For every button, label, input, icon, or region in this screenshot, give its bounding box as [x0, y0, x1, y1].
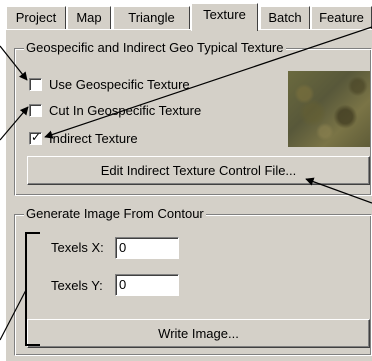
cut-in-geospecific-row[interactable]: Cut In Geospecific Texture — [29, 101, 201, 119]
indirect-texture-label: Indirect Texture — [49, 130, 138, 146]
texture-tab-panel: Project Map Triangle Texture Batch Featu… — [0, 0, 372, 361]
contour-group-title: Generate Image From Contour — [24, 206, 206, 221]
tab-triangle[interactable]: Triangle — [113, 6, 190, 29]
write-image-button[interactable]: Write Image... — [27, 319, 370, 348]
tab-texture[interactable]: Texture — [191, 3, 258, 31]
geospecific-group-title: Geospecific and Indirect Geo Typical Tex… — [24, 40, 286, 55]
tab-map[interactable]: Map — [67, 6, 111, 29]
tab-feature[interactable]: Feature — [311, 6, 372, 29]
cut-in-geospecific-label: Cut In Geospecific Texture — [49, 102, 202, 118]
tab-project[interactable]: Project — [6, 6, 66, 29]
tab-batch[interactable]: Batch — [260, 6, 310, 29]
indirect-texture-row[interactable]: ✓ Indirect Texture — [29, 129, 138, 147]
check-icon: ✓ — [31, 129, 42, 144]
use-geospecific-label: Use Geospecific Texture — [49, 76, 190, 92]
cut-in-geospecific-checkbox[interactable] — [29, 103, 42, 117]
texels-y-label: Texels Y: — [51, 278, 103, 293]
texture-preview-image — [288, 71, 370, 147]
edit-indirect-texture-button[interactable]: Edit Indirect Texture Control File... — [27, 156, 370, 185]
use-geospecific-checkbox[interactable] — [29, 77, 42, 91]
use-geospecific-row[interactable]: Use Geospecific Texture — [29, 75, 190, 93]
texels-y-input[interactable]: 0 — [115, 274, 179, 296]
indirect-texture-checkbox[interactable]: ✓ — [29, 129, 42, 145]
texels-x-input[interactable]: 0 — [115, 237, 179, 259]
texels-x-label: Texels X: — [51, 240, 104, 255]
